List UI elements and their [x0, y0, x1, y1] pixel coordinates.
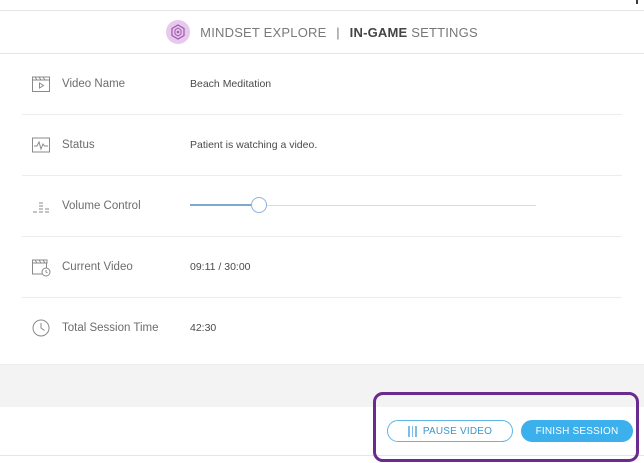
status-row: Status Patient is watching a video.	[22, 115, 622, 176]
mindset-logo-icon	[166, 20, 191, 44]
volume-slider[interactable]	[190, 176, 536, 236]
volume-control-row: Volume Control	[22, 176, 622, 237]
current-video-label: Current Video	[62, 261, 133, 273]
status-label: Status	[62, 139, 95, 151]
clapperboard-clock-icon	[30, 256, 52, 278]
video-name-row: Video Name Beach Meditation	[22, 54, 622, 115]
total-session-time-label: Total Session Time	[62, 322, 159, 334]
title-bold: IN-GAME	[349, 24, 408, 40]
volume-bars-icon	[30, 195, 52, 217]
pause-video-label: PAUSE VIDEO	[422, 425, 493, 437]
video-name-value: Beach Meditation	[190, 78, 272, 90]
volume-slider-fill	[190, 204, 260, 206]
header: MINDSET EXPLORE | IN-GAME SETTINGS	[0, 11, 644, 54]
finish-session-button[interactable]: FINISH SESSION	[521, 420, 633, 442]
pause-video-button[interactable]: PAUSE VIDEO	[387, 420, 513, 442]
top-edge-mark	[628, 0, 638, 4]
pause-icon	[407, 425, 417, 437]
in-game-settings-page: MINDSET EXPLORE | IN-GAME SETTINGS Video…	[0, 0, 644, 463]
title-light: SETTINGS	[407, 24, 478, 40]
title-separator: |	[336, 24, 340, 40]
total-session-time-value: 42:30	[190, 322, 217, 334]
total-session-time-row: Total Session Time 42:30	[22, 298, 622, 358]
video-name-label: Video Name	[62, 78, 126, 90]
volume-slider-thumb[interactable]	[251, 197, 268, 213]
finish-session-label: FINISH SESSION	[535, 425, 619, 437]
page-title: MINDSET EXPLORE | IN-GAME SETTINGS	[200, 25, 478, 40]
current-video-row: Current Video 09:11 / 30:00	[22, 237, 622, 298]
monitor-pulse-icon	[30, 134, 52, 156]
brand-name: MINDSET EXPLORE	[200, 24, 327, 40]
top-strip	[0, 0, 644, 11]
clapperboard-play-icon	[30, 73, 52, 95]
volume-control-label: Volume Control	[62, 200, 141, 212]
current-video-value: 09:11 / 30:00	[190, 261, 251, 273]
clock-icon	[30, 317, 52, 339]
status-value: Patient is watching a video.	[190, 139, 318, 151]
